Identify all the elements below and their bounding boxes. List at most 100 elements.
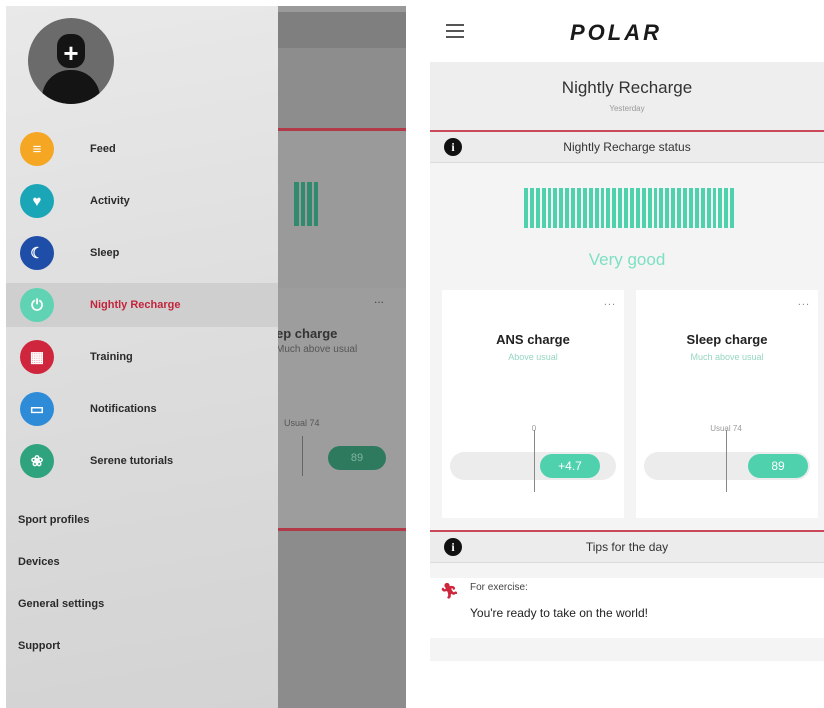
menu-sport-profiles[interactable]: Sport profiles <box>18 514 90 526</box>
menu-icon[interactable] <box>446 24 464 38</box>
status-bar-segment <box>577 188 581 228</box>
card-title: ANS charge <box>496 332 570 347</box>
page-title: Nightly Recharge <box>561 78 693 97</box>
menu-item-feed[interactable]: ≡ Feed <box>6 127 278 171</box>
status-bar-segment <box>659 188 664 228</box>
menu-support[interactable]: Support <box>18 640 60 652</box>
recharge-status-bars <box>524 188 735 228</box>
section-title: Nightly Recharge status <box>563 140 691 154</box>
status-bar-segment <box>618 188 623 228</box>
status-bar-segment <box>565 188 570 228</box>
status-bar-segment <box>718 188 723 228</box>
status-bar-segment <box>683 188 687 228</box>
tips-header: Tips for the day i <box>430 532 824 563</box>
menu-general-settings[interactable]: General settings <box>18 598 104 610</box>
background-usual-label: Usual 74 <box>284 418 320 428</box>
running-icon: 🏃︎ <box>440 583 460 600</box>
menu-item-training[interactable]: ▦ Training <box>6 335 278 379</box>
status-bar-segment <box>635 188 640 228</box>
more-options-icon[interactable]: ... <box>798 296 810 308</box>
tip-category: For exercise: <box>470 582 528 593</box>
sleep-charge-card[interactable]: ... Sleep charge Much above usual Usual … <box>636 290 818 518</box>
card-title: Sleep charge <box>686 332 768 347</box>
status-bar-segment <box>694 188 699 228</box>
recharge-status-text: Very good <box>588 250 666 269</box>
status-bar-segment <box>665 188 670 228</box>
menu-item-activity[interactable]: ♥ Activity <box>6 179 278 223</box>
status-bar-segment <box>559 188 564 228</box>
sleep-icon: ☾ <box>20 236 54 270</box>
status-bar-segment <box>524 188 528 228</box>
menu-item-nightly-recharge[interactable]: ⏻ Nightly Recharge <box>6 283 278 327</box>
background-recharge-bars <box>294 182 318 226</box>
status-bar-segment <box>653 188 658 228</box>
status-bar-segment <box>600 188 605 228</box>
status-bar-segment <box>594 188 599 228</box>
background-value-pill: 89 <box>328 446 386 470</box>
activity-icon: ♥ <box>20 184 54 218</box>
tip-item: 🏃︎ For exercise: You're ready to take on… <box>430 578 824 638</box>
menu-item-label: Sleep <box>90 247 120 259</box>
menu-devices[interactable]: Devices <box>18 556 60 568</box>
charge-value-pill: 89 <box>748 454 808 478</box>
status-bar-segment <box>571 188 576 228</box>
page-subtitle: Yesterday <box>609 104 645 113</box>
menu-item-label: Feed <box>90 143 116 155</box>
status-bar-segment <box>630 188 634 228</box>
status-bar-segment <box>730 188 735 228</box>
menu-item-serene-tutorials[interactable]: ❀ Serene tutorials <box>6 439 278 483</box>
status-bar-segment <box>671 188 676 228</box>
status-bar-segment <box>706 188 711 228</box>
status-bar-segment <box>624 188 629 228</box>
status-bar-segment <box>712 188 717 228</box>
card-subtitle: Much above usual <box>690 352 764 362</box>
status-bar-segment <box>547 188 552 228</box>
app-header: POLAR <box>430 6 824 62</box>
status-bar-segment <box>724 188 729 228</box>
serene-icon: ❀ <box>20 444 54 478</box>
tip-text: You're ready to take on the world! <box>470 606 648 620</box>
menu-item-label: Training <box>90 351 133 363</box>
charge-value-pill: +4.7 <box>540 454 600 478</box>
menu-item-notifications[interactable]: ▭ Notifications <box>6 387 278 431</box>
menu-item-label: Nightly Recharge <box>90 299 181 311</box>
polar-logo: POLAR <box>570 20 662 45</box>
status-bar-segment <box>588 188 593 228</box>
info-icon[interactable]: i <box>444 538 462 556</box>
feed-icon: ≡ <box>20 132 54 166</box>
status-bar-segment <box>700 188 705 228</box>
section-title: Tips for the day <box>585 540 669 554</box>
left-phone-screen: ... ep charge Much above usual Usual 74 … <box>6 6 406 708</box>
avatar[interactable]: + <box>28 18 114 104</box>
training-icon: ▦ <box>20 340 54 374</box>
status-bar-segment <box>535 188 540 228</box>
status-bar-segment <box>641 188 646 228</box>
right-phone-screen: POLAR Nightly Recharge Yesterday Nightly… <box>430 6 824 661</box>
status-bar-segment <box>677 188 682 228</box>
page-header: Nightly Recharge Yesterday <box>430 62 824 130</box>
card-subtitle: Above usual <box>508 352 558 362</box>
add-photo-icon: + <box>63 38 79 68</box>
menu-item-sleep[interactable]: ☾ Sleep <box>6 231 278 275</box>
status-bar-segment <box>612 188 617 228</box>
navigation-drawer: + ≡ Feed ♥ Activity ☾ Sleep ⏻ Nightly Re… <box>6 6 278 708</box>
menu-item-label: Notifications <box>90 403 157 415</box>
background-card-title: ep charge <box>276 326 338 341</box>
status-bar-segment <box>582 188 587 228</box>
status-bar-segment <box>647 188 652 228</box>
background-card-subtitle: Much above usual <box>276 344 358 355</box>
recharge-icon: ⏻ <box>20 288 54 322</box>
ans-charge-card[interactable]: ... ANS charge Above usual 0 +4.7 <box>442 290 624 518</box>
more-options-icon[interactable]: ... <box>604 296 616 308</box>
status-bar-segment <box>688 188 693 228</box>
gauge-reference-line <box>726 430 727 492</box>
menu-item-label: Serene tutorials <box>90 455 174 467</box>
info-icon[interactable]: i <box>444 138 462 156</box>
notifications-icon: ▭ <box>20 392 54 426</box>
gauge-reference-line <box>534 430 535 492</box>
background-more-icon: ... <box>374 292 385 306</box>
status-bar-segment <box>606 188 611 228</box>
status-bar-segment <box>553 188 558 228</box>
status-bar-segment <box>541 188 546 228</box>
recharge-status-header: Nightly Recharge status i <box>430 132 824 163</box>
